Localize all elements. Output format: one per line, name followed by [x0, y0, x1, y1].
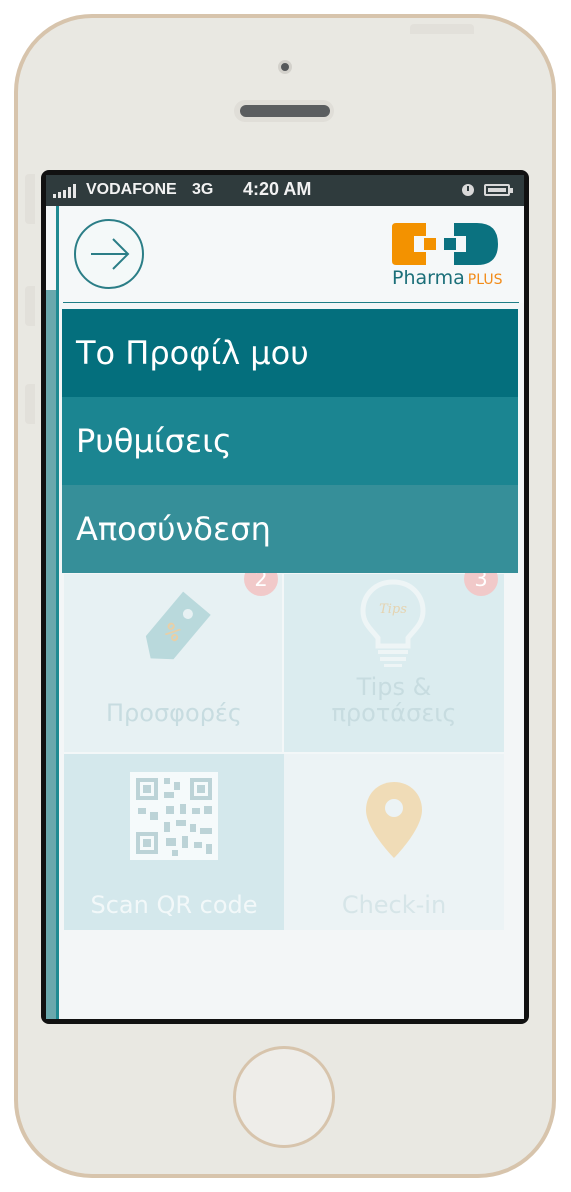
power-button: [410, 24, 474, 34]
front-camera: [278, 60, 292, 74]
side-panel-edge: [46, 290, 56, 1019]
tile-tips[interactable]: Tips Tips & προτάσεις: [284, 574, 504, 752]
tile-offers[interactable]: % Προσφορές: [64, 574, 284, 752]
tile-offers-label: Προσφορές: [106, 699, 242, 727]
pharmaplus-logo: Pharma PLUS: [392, 223, 502, 293]
menu-item-label: Το Προφίλ μου: [76, 334, 309, 372]
logo-wordmark: Pharma PLUS: [392, 267, 502, 289]
network-type: 3G: [192, 181, 214, 198]
alarm-icon: [462, 184, 474, 196]
dropdown-menu: Το Προφίλ μου Ρυθμίσεις Αποσύνδεση: [62, 309, 518, 573]
menu-item-logout[interactable]: Αποσύνδεση: [62, 485, 518, 573]
logo-suffix: PLUS: [467, 272, 503, 288]
header-divider: [63, 302, 519, 303]
carrier-name: VODAFONE: [86, 181, 177, 198]
menu-item-label: Αποσύνδεση: [76, 510, 271, 548]
tile-scan-qr[interactable]: Scan QR code: [64, 752, 284, 930]
discount-tag-icon: %: [145, 591, 211, 660]
earpiece-slot: [240, 105, 330, 117]
home-button[interactable]: [233, 1046, 335, 1148]
menu-item-settings[interactable]: Ρυθμίσεις: [62, 397, 518, 485]
tile-check-in-label: Check-in: [341, 891, 447, 919]
menu-toggle-button[interactable]: [74, 219, 144, 289]
tile-check-in[interactable]: Check-in: [284, 752, 504, 930]
status-time: 4:20 AM: [243, 179, 312, 199]
app-screen: VODAFONE 3G 4:20 AM Pharma PLUS % Προσφο…: [46, 175, 524, 1019]
feature-grid: % Προσφορές 2 Tips Tips & προτάσεις 3 Sc…: [64, 562, 504, 930]
location-pin-icon: [366, 782, 422, 858]
arrow-right-icon: [91, 238, 130, 270]
svg-text:Tips: Tips: [379, 602, 407, 617]
logo-mark-icon: [392, 223, 498, 265]
volume-down-button: [25, 384, 35, 424]
volume-up-button: [25, 286, 35, 326]
qr-code-icon: [130, 772, 218, 860]
signal-strength-icon: [53, 184, 76, 198]
lightbulb-icon: Tips: [360, 579, 426, 667]
tile-tips-label-line2: προτάσεις: [331, 699, 457, 727]
menu-item-label: Ρυθμίσεις: [76, 422, 232, 460]
tile-tips-label-line1: Tips &: [356, 673, 432, 701]
logo-name: Pharma: [392, 267, 465, 289]
battery-icon: [484, 184, 513, 196]
menu-item-my-profile[interactable]: Το Προφίλ μου: [62, 309, 518, 397]
status-bar: VODAFONE 3G 4:20 AM: [46, 175, 524, 206]
mute-switch: [25, 174, 35, 224]
tile-scan-qr-label: Scan QR code: [90, 891, 258, 919]
side-panel-divider: [56, 206, 59, 1019]
